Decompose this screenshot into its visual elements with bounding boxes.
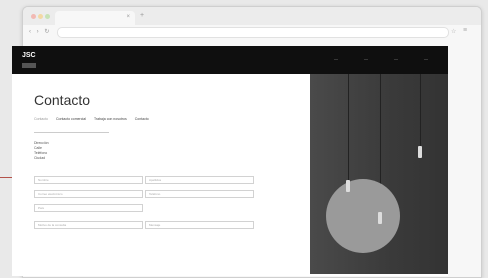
url-input[interactable] <box>57 27 449 38</box>
website: JSC — — — — Contacto Contacto Contacto c… <box>12 46 448 276</box>
site-nav: — — — — <box>334 56 428 61</box>
maximize-window-dot[interactable] <box>45 14 50 19</box>
site-logo[interactable]: JSC <box>22 52 36 59</box>
subnav-item[interactable]: Trabaja con nosotros <box>94 117 127 121</box>
reason-select[interactable]: Motivo de la consulta <box>34 221 143 229</box>
new-tab-icon[interactable]: + <box>140 12 144 19</box>
browser-tab[interactable]: × <box>55 11 135 25</box>
close-tab-icon[interactable]: × <box>126 14 130 20</box>
lamp-disc <box>326 179 400 253</box>
message-input[interactable]: Mensaje <box>145 221 254 229</box>
lamp-photo <box>310 74 448 274</box>
subnav-item[interactable]: Contacto comercial <box>56 117 86 121</box>
bookmark-star-icon[interactable]: ☆ <box>451 28 456 35</box>
navigation-icons[interactable]: ‹ › ↻ <box>29 28 51 35</box>
surname-input[interactable]: Apellidos <box>145 176 254 184</box>
site-header: JSC — — — — <box>12 46 448 74</box>
lamp-wire <box>420 74 421 149</box>
subnav-item[interactable]: Contacto <box>135 117 149 121</box>
contact-content: Contacto Contacto Contacto comercial Tra… <box>12 74 310 274</box>
logo-badge <box>22 63 36 68</box>
name-input[interactable]: Nombre <box>34 176 143 184</box>
phone-input[interactable]: Teléfono <box>145 190 254 198</box>
nav-item[interactable]: — <box>424 56 428 61</box>
subnav-item[interactable]: Contacto <box>34 117 48 121</box>
pendant-lamp <box>378 212 382 224</box>
tab-bar: × + <box>23 7 481 25</box>
divider <box>34 132 109 133</box>
pendant-lamp <box>346 180 350 192</box>
close-window-dot[interactable] <box>31 14 36 19</box>
nav-item[interactable]: — <box>394 56 398 61</box>
nav-item[interactable]: — <box>364 56 368 61</box>
lamp-wire <box>348 74 349 192</box>
country-select[interactable]: País <box>34 204 143 212</box>
address-line: Ciudad <box>34 156 46 160</box>
contact-subnav: Contacto Contacto comercial Trabaja con … <box>34 117 149 121</box>
nav-item[interactable]: — <box>334 56 338 61</box>
page-title: Contacto <box>34 92 91 108</box>
address-block: Dirección Calle Teléfono Ciudad <box>34 141 49 161</box>
email-input[interactable]: Correo electrónico <box>34 190 143 198</box>
minimize-window-dot[interactable] <box>38 14 43 19</box>
browser-menu-icon[interactable]: ≡ <box>463 27 467 34</box>
pendant-lamp <box>418 146 422 158</box>
address-bar-row: ‹ › ↻ ☆ ≡ <box>23 25 481 39</box>
